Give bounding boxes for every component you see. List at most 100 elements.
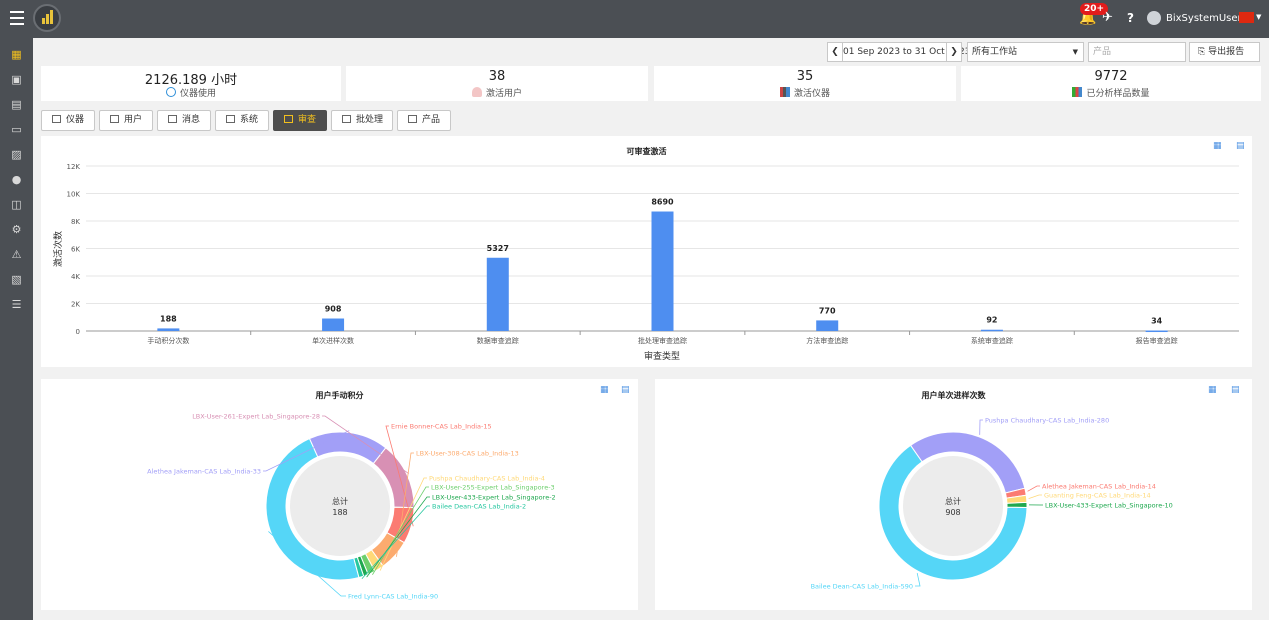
date-range-display[interactable]: 01 Sep 2023 to 31 Oct 2023	[842, 42, 970, 62]
bar-chart: 激活次数 审查类型 0 2K 4K 6K 8K 10K 12K 188 手动积分次数 908 单次进…	[52, 163, 1239, 362]
y-tick-label: 8K	[71, 218, 80, 226]
kpi-card-active-instruments: 35 激活仪器	[654, 66, 956, 101]
slice-label: LBX-User-433-Expert Lab_Singapore-2	[432, 494, 556, 502]
label-leader-line	[1027, 485, 1040, 492]
slice-label: Pushpa Chaudhary-CAS Lab_India-4	[429, 475, 545, 483]
settings-icon[interactable]: ⚙	[10, 223, 23, 236]
donut-center	[290, 456, 390, 556]
bar	[1145, 330, 1168, 333]
instrument-icon	[779, 87, 790, 97]
pie-slice	[1006, 501, 1028, 508]
samples-icon	[1072, 87, 1083, 97]
kpi-label: 激活用户	[485, 89, 522, 99]
tab-label: 仪器	[66, 115, 85, 125]
y-tick-label: 4K	[71, 273, 80, 281]
kpi-label: 已分析样品数量	[1086, 89, 1150, 99]
kpi-label: 激活仪器	[793, 89, 830, 99]
slice-label: LBX-User-433-Expert Lab_Singapore-10	[1045, 502, 1173, 510]
document-icon[interactable]: ▭	[10, 123, 23, 136]
language-flag-icon[interactable]	[1239, 12, 1254, 23]
tab-label: 用户	[124, 115, 143, 125]
tab-review[interactable]: 审查	[273, 110, 327, 131]
export-label: 导出报告	[1208, 47, 1245, 57]
x-tick-label: 数据审查追踪	[477, 336, 519, 345]
filter-settings-icon[interactable]: ☰	[10, 298, 23, 311]
x-axis-label: 审查类型	[644, 350, 680, 362]
y-tick-label: 6K	[71, 246, 80, 254]
data-label: 34	[1151, 317, 1163, 326]
total-value: 188	[332, 508, 347, 517]
y-tick-label: 10K	[67, 191, 81, 199]
tab-instruments[interactable]: 仪器	[41, 110, 95, 131]
chevron-down-icon[interactable]: ▼	[1256, 13, 1261, 21]
username-label: BixSystemUser	[1166, 13, 1242, 24]
app-logo[interactable]	[33, 4, 61, 32]
data-label: 188	[160, 314, 177, 323]
dashboard-icon[interactable]: ▦	[10, 48, 23, 61]
tab-label: 产品	[422, 115, 441, 125]
tab-batch[interactable]: 批处理	[331, 110, 393, 131]
tab-label: 系统	[240, 115, 259, 125]
database-icon[interactable]: ◫	[10, 198, 23, 211]
donut-chart: Fred Lynn-CAS Lab_India-90 Alethea Jakema…	[147, 413, 556, 601]
warning-icon[interactable]: ⚠	[10, 248, 23, 261]
bar	[651, 211, 674, 331]
top-bar: 🔔 20+ ✈ ? BixSystemUser ▼ ▼	[0, 0, 1269, 38]
users-icon[interactable]: ●	[10, 173, 23, 186]
avatar[interactable]	[1147, 11, 1161, 25]
export-report-button[interactable]: ⎘ 导出报告	[1189, 42, 1260, 62]
data-label: 92	[986, 316, 997, 325]
tab-products[interactable]: 产品	[397, 110, 451, 131]
instrument-icon	[52, 115, 61, 123]
data-label: 8690	[651, 198, 674, 207]
instrument-icon[interactable]: ▣	[10, 73, 23, 86]
slice-label: Alethea Jakeman-CAS Lab_India-14	[1042, 483, 1156, 491]
date-prev-button[interactable]: ❮	[827, 42, 843, 62]
tab-label: 批处理	[356, 115, 384, 125]
label-leader-line	[1028, 494, 1042, 499]
total-label: 总计	[332, 496, 348, 506]
date-next-button[interactable]: ❯	[946, 42, 962, 62]
review-icon	[284, 115, 293, 123]
bar	[980, 329, 1003, 332]
y-tick-label: 2K	[71, 301, 80, 309]
kpi-card-instrument-usage: 2126.189 小时 仪器使用	[41, 66, 341, 101]
data-label: 908	[325, 305, 342, 314]
clock-icon	[165, 87, 176, 97]
workstation-select[interactable]: 所有工作站 ▼	[967, 42, 1084, 62]
tab-label: 审查	[298, 115, 317, 125]
data-label: 770	[819, 306, 836, 315]
product-input[interactable]: 产品	[1088, 42, 1186, 62]
report-icon[interactable]: ▧	[10, 273, 23, 286]
slice-label: Pushpa Chaudhary-CAS Lab_India-280	[985, 417, 1109, 425]
help-icon[interactable]: ?	[1127, 11, 1134, 25]
product-icon	[408, 115, 417, 123]
kpi-value: 35	[796, 69, 814, 84]
kpi-label: 仪器使用	[179, 89, 216, 99]
donut-chart: Bailee Dean-CAS Lab_India-590 Pushpa Chau…	[811, 417, 1173, 591]
y-axis-label: 激活次数	[52, 231, 64, 267]
tab-messages[interactable]: 消息	[157, 110, 211, 131]
message-icon	[168, 115, 177, 123]
hamburger-menu-icon[interactable]	[10, 11, 24, 27]
user-single-injection-panel: 用户单次进样次数 ▦ ▤ Bailee Dean-CAS Lab_India-5…	[655, 379, 1252, 610]
slice-label: Bailee Dean-CAS Lab_India-2	[432, 503, 526, 511]
slice-label: LBX-User-255-Expert Lab_Singapore-3	[431, 484, 555, 492]
workstation-value: 所有工作站	[972, 47, 1018, 57]
bar	[486, 257, 509, 331]
tab-users[interactable]: 用户	[99, 110, 153, 131]
slice-label: LBX-User-261-Expert Lab_Singapore-28	[192, 413, 320, 421]
x-tick-label: 手动积分次数	[147, 336, 189, 345]
kpi-card-active-users: 38 激活用户	[346, 66, 648, 101]
bar	[816, 320, 839, 331]
calendar-icon[interactable]: ▤	[10, 98, 23, 111]
slice-label: Ernie Bonner-CAS Lab_India-15	[391, 423, 492, 431]
sidebar: ▦ ▣ ▤ ▭ ▨ ● ◫ ⚙ ⚠ ▧ ☰	[0, 38, 33, 620]
tab-system[interactable]: 系统	[215, 110, 269, 131]
system-icon	[226, 115, 235, 123]
slice-label: Fred Lynn-CAS Lab_India-90	[348, 593, 438, 601]
card-icon[interactable]: ▨	[10, 148, 23, 161]
label-leader-line	[979, 419, 983, 435]
kpi-card-samples-analyzed: 9772 已分析样品数量	[961, 66, 1261, 101]
rocket-icon[interactable]: ✈	[1102, 10, 1113, 25]
